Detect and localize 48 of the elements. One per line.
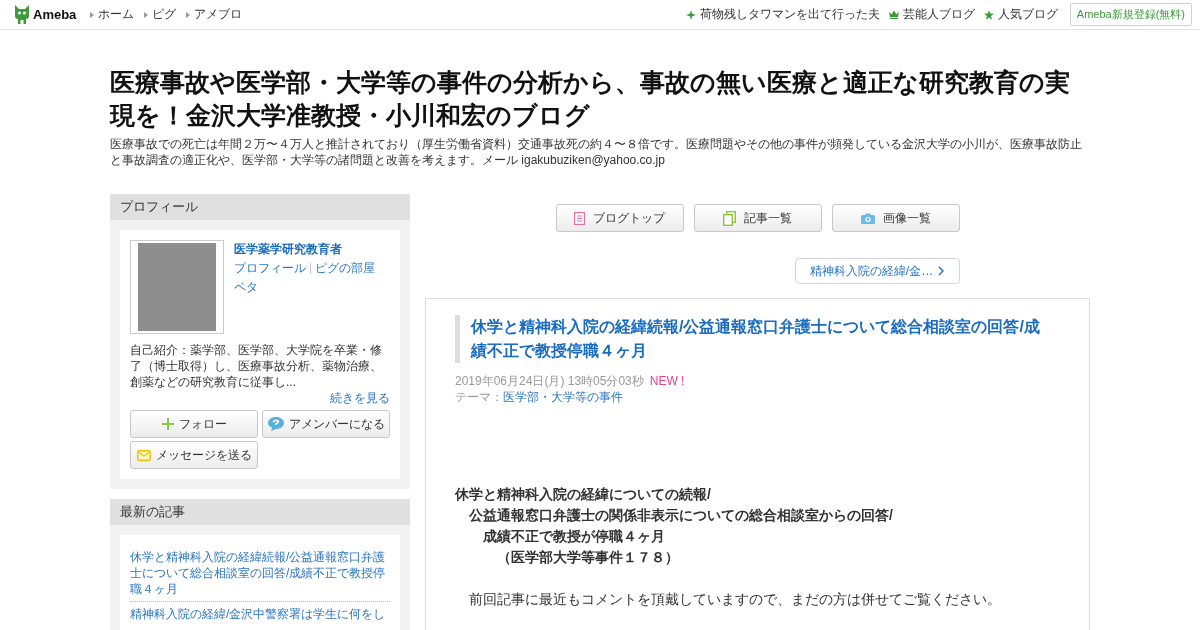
latest-article-link[interactable]: 休学と精神科入院の経緯続報/公益通報窓口弁護士について総合相談室の回答/成績不正で教授停職４ヶ月 [130, 545, 390, 601]
speech-bubble-icon [267, 417, 284, 431]
article-date: 2019年06月24日(月) 13時05分03秒 [455, 373, 644, 389]
follow-button[interactable]: フォロー [130, 410, 258, 438]
blog-nav-button[interactable]: 記事一覧 [693, 204, 822, 232]
copy-icon [723, 210, 736, 226]
plus-icon [161, 418, 174, 430]
chevron-right-icon [938, 266, 945, 276]
document-icon [574, 211, 585, 225]
theme-label: テーマ： [455, 389, 503, 405]
blog-nav-button[interactable]: ブログトップ [555, 204, 684, 232]
latest-article-link[interactable]: 精神科入院の経緯/金沢中警察署は学生に何をし [130, 601, 390, 626]
sparkle-icon [685, 9, 696, 20]
header-link[interactable]: 芸能人ブログ [888, 6, 975, 23]
article-title[interactable]: 休学と精神科入院の経緯続報/公益通報窓口弁護士について総合相談室の回答/成績不正で教授停職４ヶ月 [455, 315, 1050, 363]
logo-link[interactable]: Ameba [14, 5, 77, 24]
header-link[interactable]: 荷物残しタワマンを出て行った夫 [685, 6, 880, 23]
nav-link[interactable]: ホーム [90, 6, 135, 23]
section-heading: 最新の記事 [110, 499, 410, 525]
nav-link[interactable]: アメブロ [186, 6, 243, 23]
profile-link[interactable]: ピグの部屋 [315, 260, 375, 276]
triangle-icon [90, 11, 95, 18]
star-icon [983, 9, 994, 20]
triangle-icon [186, 11, 191, 18]
signup-button[interactable]: Ameba新規登録(無料) [1069, 3, 1192, 26]
profile-link[interactable]: プロフィール [234, 260, 306, 276]
message-button[interactable]: メッセージを送る [130, 441, 258, 469]
article-paragraph: 前回記事に最近もコメントを頂戴していますので、まだの方は併せてご覧ください。 [468, 590, 1001, 609]
blog-nav-button[interactable]: 画像一覧 [831, 204, 960, 232]
intro-text: 自己紹介：薬学部、医学部、大学院を卒業・修了（博士取得）し、医療事故分析、薬物治療、創薬などの研究教育に従事し... [130, 342, 383, 390]
section-heading: プロフィール [110, 194, 410, 220]
amember-button[interactable]: アメンバーになる [262, 410, 390, 438]
blog-title: 医療事故や医学部・大学等の事件の分析から、事故の無い医療と適正な研究教育の実現を！金沢大学准教授・小川和宏のブログ [110, 67, 1071, 131]
profile-name[interactable]: 医学薬学研究教育者 [234, 241, 375, 257]
envelope-icon [136, 449, 151, 461]
theme-link[interactable]: 医学部・大学等の事件 [503, 389, 623, 405]
more-link[interactable]: 続きを見る [330, 390, 390, 406]
article-paragraph: 休学と精神科入院の経緯についての続報/ 公益通報窓口弁護士の関係非表示についての総合相談室からの回答/ 成績不正で教授が停職４ヶ月 （医学部大学等事件１７８） [455, 485, 893, 567]
mascot-icon [14, 5, 30, 24]
profile-link[interactable]: ペタ [234, 279, 258, 295]
triangle-icon [144, 11, 149, 18]
blog-description: 医療事故での死亡は年間２万〜４万人と推計されており（厚生労働省資料）交通事故死の約４〜８倍です。医療問題やその他の事件が頻発している金沢大学の小川が、医療事故防止と事故調査の適正化や、医学部・大学等の諸問題と改善を考えます。メール igakubuziken@yahoo.co.jp [110, 136, 1083, 168]
crown-icon [888, 10, 899, 19]
next-article-button[interactable]: 精神科入院の経緯/金… [794, 258, 960, 284]
camera-icon [860, 212, 875, 224]
new-label: NEW ! [649, 373, 685, 389]
nav-link[interactable]: ピグ [144, 6, 177, 23]
header-link[interactable]: 人気ブログ [983, 6, 1058, 23]
